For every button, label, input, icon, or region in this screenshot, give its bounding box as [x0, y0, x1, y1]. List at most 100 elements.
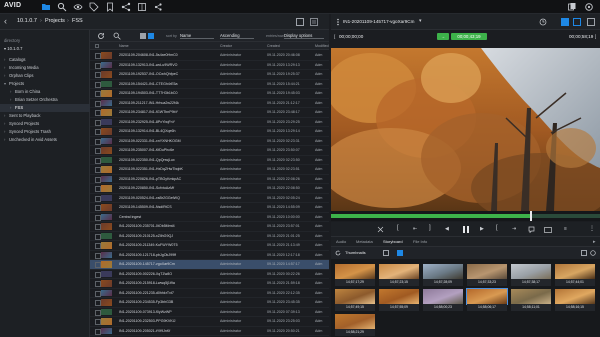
sidebar-item[interactable]: › Catalogs [0, 56, 90, 64]
table-row[interactable]: 20201109-020524-IN1-xsBr2GGetWQ Administr… [90, 194, 329, 204]
table-row[interactable]: 20201109-145509-IN1-NsdiRtCS Administrato… [90, 203, 329, 213]
table-row[interactable]: 20201109-232925-IN1-8PxYbqFnY Administrat… [90, 118, 329, 128]
table-row[interactable]: 20201109-220850-IN1-ScfvtuAzMf Administra… [90, 184, 329, 194]
tree-caret-icon[interactable]: ▾ [4, 80, 6, 88]
publish-icon[interactable] [153, 2, 163, 12]
panel-layout-icon[interactable] [296, 18, 304, 26]
breadcrumb-projects[interactable]: Projects [45, 18, 65, 24]
storyboard-thumbnail[interactable]: 14;57;44;01 [555, 264, 595, 286]
tab-audio[interactable]: Audio [336, 237, 346, 247]
storyboard-thumbnail[interactable]: 14;57;23;15 [379, 264, 419, 286]
tree-caret-icon[interactable]: › [4, 72, 5, 80]
tree-caret-icon[interactable]: › [4, 64, 5, 72]
player-audio-icon[interactable] [573, 18, 581, 26]
table-row[interactable]: Central ingest Administrator 09.11.2020 10… [90, 213, 329, 223]
refresh-icon[interactable] [97, 32, 105, 40]
storyboard-zoom-icon[interactable] [590, 250, 596, 256]
mark-clip-icon[interactable]: [ [496, 225, 498, 231]
sidebar-item[interactable]: › Orphan Clips [0, 72, 90, 80]
mark-in-button[interactable]: → [437, 33, 449, 40]
storyboard-thumbnail[interactable]: 14;57;17;29 [335, 264, 375, 286]
storyboard-thumbnail[interactable]: 14;58;06;17 [466, 288, 508, 311]
tab-file-info[interactable]: File Info [413, 237, 427, 247]
sidebar-item[interactable]: › Sent to Playback [0, 112, 90, 120]
table-row[interactable]: IN1-20201109-211349-KuFWYW0T5 Administrat… [90, 241, 329, 251]
play-pause-button[interactable] [462, 225, 470, 234]
tree-root[interactable]: ▾ 10.1.0.7 [4, 46, 22, 51]
grid-view-icon[interactable] [148, 33, 154, 39]
clip-title-dropdown-icon[interactable]: ▾ [419, 18, 422, 24]
tabs-scroll-icon[interactable]: ▸ [593, 239, 596, 245]
storyboard-thumbnail[interactable]: 14;57;38;17 [511, 264, 551, 286]
goto-out-icon[interactable]: ⇥ [512, 226, 516, 232]
display-options-select[interactable]: Display options [284, 32, 324, 39]
table-row[interactable]: 20201109-132913-IN1-wcLu9WRVO Administrat… [90, 61, 329, 71]
player-mode-icon[interactable] [561, 18, 569, 26]
tree-caret-icon[interactable]: › [4, 136, 5, 144]
timeline-scrubber[interactable] [331, 211, 600, 221]
thumbnails-list-icon[interactable] [383, 250, 389, 256]
history-icon[interactable] [539, 18, 547, 26]
table-row[interactable]: 20201109-192537-IN1-OCwhQhfpeC Administra… [90, 70, 329, 80]
tree-caret-icon[interactable]: › [10, 96, 11, 104]
storyboard-thumbnail[interactable]: 14;57;55;09 [379, 289, 419, 311]
panel-menu-icon[interactable] [310, 18, 318, 26]
select-all-checkbox[interactable] [95, 44, 99, 48]
add-marker-icon[interactable] [528, 226, 535, 233]
table-row[interactable]: IN1-20201109-145717-vgoXar9Cm Administrat… [90, 260, 329, 270]
table-row[interactable]: IN1-20201109-205021-tYlf9JnKf Administrat… [90, 327, 329, 337]
storyboard-thumbnail[interactable]: 14;58;11;01 [511, 289, 551, 311]
table-row[interactable]: 20201109-132914-IN1-BL4QXqe6h Administrat… [90, 127, 329, 137]
column-header-created[interactable]: Created [267, 44, 280, 48]
table-row[interactable]: 20201109-194503-IN1-TT7H3b1bC0 Administra… [90, 89, 329, 99]
sort-order-select[interactable]: Ascending [220, 32, 254, 39]
table-row[interactable]: 20201109-220826-IN1-pTBGyKmkpAC Administr… [90, 175, 329, 185]
sidebar-item[interactable]: › Brian Setzer Orchestra [0, 96, 90, 104]
table-row[interactable]: IN1-20201109-210125-xZIlhG9QJ Administrat… [90, 232, 329, 242]
sidebar-item[interactable]: › FSS [0, 104, 90, 112]
thumbnails-view-label[interactable]: Thumbnails [345, 250, 366, 255]
video-frame[interactable] [331, 48, 600, 211]
table-row[interactable]: IN1-20201109-234535-Fp3bhG3B Administrato… [90, 298, 329, 308]
storyboard-thumbnail[interactable]: 14;57;28;09 [423, 264, 463, 286]
user-icon[interactable] [567, 2, 577, 12]
storyboard-thumbnail[interactable]: 14;57;49;15 [335, 289, 375, 311]
avid-logo[interactable]: AVID [4, 2, 26, 12]
table-row[interactable]: 20201109-022331-IN1-xnYXNHKOGM Administra… [90, 137, 329, 147]
tab-metadata[interactable]: Metadata [356, 237, 373, 247]
in-point-icon[interactable]: [ [334, 34, 335, 39]
storyboard-thumbnail[interactable]: 14;58;21;29 [335, 314, 375, 336]
table-row[interactable]: IN1-20201109-002226-XqTZw8O Administrator… [90, 270, 329, 280]
storyboard-settings-icon[interactable] [581, 250, 587, 256]
table-row[interactable]: 20201109-234817-IN1-fGWTbnP9bY Administra… [90, 108, 329, 118]
step-back-icon[interactable]: ◀ [445, 226, 449, 232]
more-options-icon[interactable]: ⋮ [589, 225, 595, 232]
storyboard-thumbnail[interactable]: 14;57;33;23 [467, 264, 507, 286]
sidebar-item[interactable]: › Synced Projects Trash [0, 128, 90, 136]
search-icon[interactable] [57, 2, 67, 12]
table-row[interactable]: IN1-20201109-232503-PPG9KVKIJ Administrat… [90, 317, 329, 327]
tree-caret-icon[interactable]: › [10, 104, 11, 112]
back-button[interactable]: ‹ [4, 17, 12, 27]
sidebar-item[interactable]: › Incoming Media [0, 64, 90, 72]
sidebar-item[interactable]: › Unchecked in Avid Assets [0, 136, 90, 144]
tree-caret-icon[interactable]: › [4, 120, 5, 128]
bookmark-icon[interactable] [105, 2, 115, 12]
column-header-creator[interactable]: Creator [220, 44, 232, 48]
step-forward-icon[interactable]: ▶ [480, 226, 484, 232]
table-row[interactable]: 20201109-211217-IN1-Hrhua2w22f4k Administ… [90, 99, 329, 109]
table-row[interactable]: IN1-20201109-221235-d0hhkrTvt7 Administra… [90, 289, 329, 299]
thumbnails-grid-icon[interactable] [397, 250, 403, 256]
table-row[interactable]: 20201109-204608-IN1-5s4xe0HmC0 Administra… [90, 51, 329, 61]
mark-in-icon[interactable]: [ [397, 225, 399, 231]
table-row[interactable]: IN1-20201109-215918-Lwwq5j1t9a Administra… [90, 279, 329, 289]
column-header-modified[interactable]: Modified [315, 44, 329, 48]
table-row[interactable]: 20201109-022351-IN1-HxDqZHwTbqbK Administ… [90, 165, 329, 175]
list-view-icon[interactable] [140, 33, 146, 39]
audio-level-icon[interactable]: ≡ [564, 226, 567, 232]
search-icon[interactable] [113, 32, 121, 40]
table-row[interactable]: IN1-20201109-235701-0tOb5Mmt4 Administrat… [90, 222, 329, 232]
settings-icon[interactable] [584, 2, 594, 12]
mark-out-icon[interactable]: ] [429, 225, 431, 231]
tree-caret-icon[interactable]: › [4, 128, 5, 136]
